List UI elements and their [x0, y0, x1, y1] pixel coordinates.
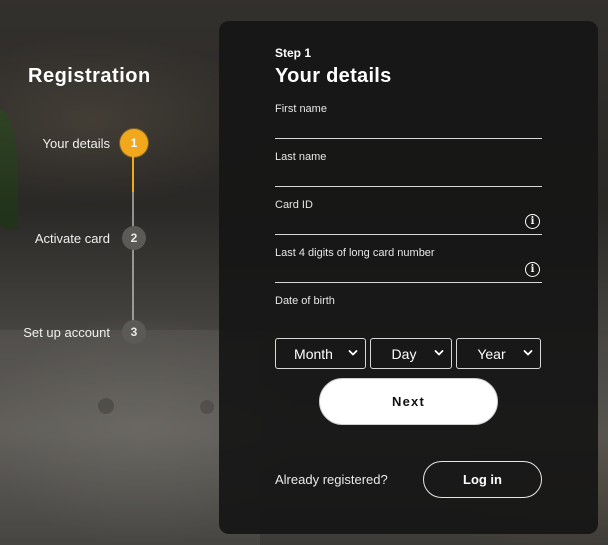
last-name-label: Last name [275, 151, 327, 163]
last-name-field: Last name [275, 151, 542, 187]
form-title: Your details [275, 65, 392, 87]
step-label: Activate card [34, 230, 110, 246]
step-number-badge: 2 [122, 226, 146, 250]
next-button[interactable]: Next [319, 378, 498, 425]
year-select-value: Year [477, 345, 506, 362]
first-name-input[interactable] [275, 117, 515, 135]
first-name-field: First name [275, 103, 542, 139]
chevron-down-icon [434, 350, 444, 356]
step-indicator: Step 1 [275, 46, 312, 60]
step-number-badge: 1 [122, 131, 146, 155]
month-select-value: Month [294, 345, 333, 362]
card-last-digits-label: Last 4 digits of long card number [275, 247, 435, 259]
step-set-up-account[interactable]: Set up account 3 [23, 320, 146, 344]
day-select[interactable]: Day [370, 338, 452, 369]
registration-form-panel: Step 1 Your details First name Last name… [219, 21, 598, 534]
first-name-label: First name [275, 103, 327, 115]
registration-title: Registration [28, 65, 151, 87]
step-number-badge: 3 [122, 320, 146, 344]
card-last-digits-input[interactable] [275, 261, 515, 279]
info-icon[interactable]: i [525, 262, 540, 277]
last-name-input[interactable] [275, 165, 515, 183]
step-activate-card[interactable]: Activate card 2 [35, 226, 146, 250]
chevron-down-icon [523, 350, 533, 356]
info-icon[interactable]: i [525, 214, 540, 229]
log-in-button[interactable]: Log in [423, 461, 542, 498]
step-label: Your details [42, 135, 110, 151]
stepper-track-progress [132, 150, 134, 192]
card-id-input[interactable] [275, 213, 515, 231]
card-last-digits-field: Last 4 digits of long card number i [275, 247, 542, 283]
date-of-birth-label: Date of birth [275, 295, 335, 307]
step-label: Set up account [23, 324, 110, 340]
month-select[interactable]: Month [275, 338, 366, 369]
chevron-down-icon [348, 350, 358, 356]
card-id-field: Card ID i [275, 199, 542, 235]
day-select-value: Day [391, 345, 417, 362]
already-registered-text: Already registered? [275, 472, 388, 487]
step-your-details[interactable]: Your details 1 [43, 131, 146, 155]
card-id-label: Card ID [275, 199, 313, 211]
year-select[interactable]: Year [456, 338, 541, 369]
date-of-birth-selects: Month Day Year [275, 338, 541, 369]
